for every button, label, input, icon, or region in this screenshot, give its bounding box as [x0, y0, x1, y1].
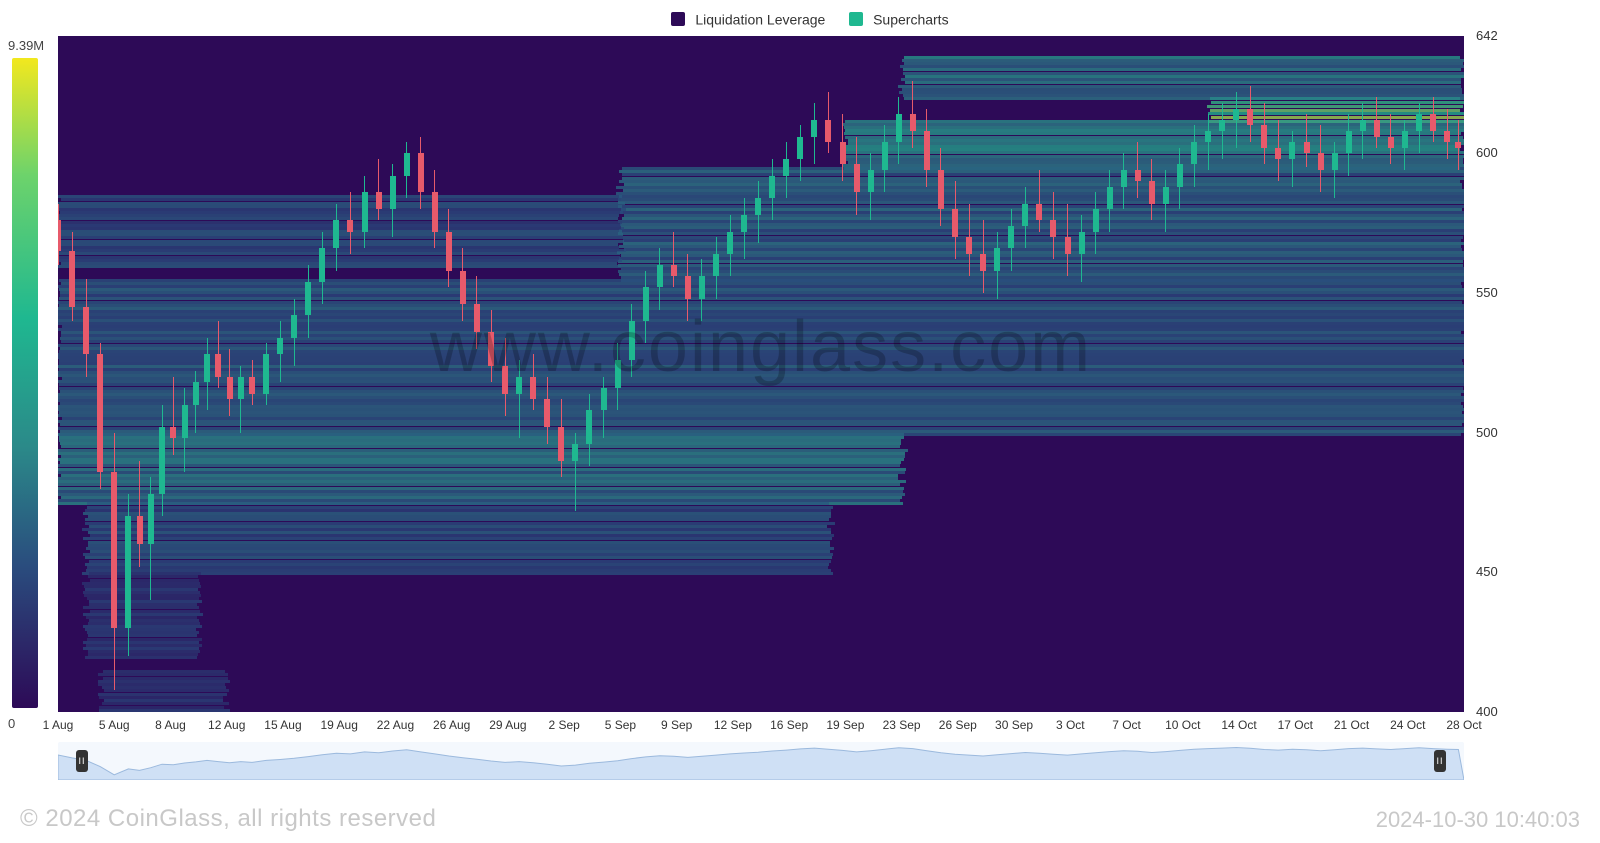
x-tick: 12 Sep — [714, 718, 752, 732]
y-tick: 600 — [1476, 145, 1498, 160]
x-tick: 19 Aug — [321, 718, 358, 732]
x-tick: 7 Oct — [1112, 718, 1141, 732]
legend: Liquidation Leverage Supercharts — [0, 10, 1600, 27]
x-tick: 14 Oct — [1221, 718, 1256, 732]
colorbar — [12, 58, 38, 708]
x-tick: 5 Sep — [605, 718, 636, 732]
x-tick: 2 Sep — [548, 718, 579, 732]
candlestick-layer — [58, 36, 1464, 712]
main-chart[interactable]: www.coinglass.com — [58, 36, 1464, 712]
x-tick: 26 Aug — [433, 718, 470, 732]
x-tick: 24 Oct — [1390, 718, 1425, 732]
copyright: © 2024 CoinGlass, all rights reserved — [20, 805, 436, 833]
x-tick: 23 Sep — [883, 718, 921, 732]
x-tick: 8 Aug — [155, 718, 186, 732]
x-tick: 22 Aug — [377, 718, 414, 732]
x-tick: 12 Aug — [208, 718, 245, 732]
legend-swatch-liquidation — [671, 12, 685, 26]
timestamp: 2024-10-30 10:40:03 — [1376, 807, 1580, 833]
navigator-handle-left[interactable]: II — [76, 750, 88, 772]
x-tick: 30 Sep — [995, 718, 1033, 732]
colorbar-max-label: 9.39M — [8, 38, 44, 53]
y-tick: 450 — [1476, 564, 1498, 579]
legend-label-liquidation: Liquidation Leverage — [695, 11, 825, 27]
x-tick: 1 Aug — [43, 718, 74, 732]
x-tick: 10 Oct — [1165, 718, 1200, 732]
x-tick: 28 Oct — [1446, 718, 1481, 732]
x-tick: 16 Sep — [770, 718, 808, 732]
x-tick: 29 Aug — [489, 718, 526, 732]
x-tick: 17 Oct — [1278, 718, 1313, 732]
x-tick: 21 Oct — [1334, 718, 1369, 732]
y-tick: 642 — [1476, 28, 1498, 43]
x-tick: 5 Aug — [99, 718, 130, 732]
legend-swatch-supercharts — [849, 12, 863, 26]
y-axis: 642600550500450400 — [1470, 36, 1530, 712]
navigator-handle-right[interactable]: II — [1434, 750, 1446, 772]
x-tick: 9 Sep — [661, 718, 692, 732]
colorbar-gradient — [12, 58, 38, 708]
navigator-sparkline — [58, 742, 1464, 780]
colorbar-min-label: 0 — [8, 716, 15, 731]
y-tick: 500 — [1476, 425, 1498, 440]
y-tick: 400 — [1476, 704, 1498, 719]
x-tick: 19 Sep — [826, 718, 864, 732]
navigator[interactable]: II II — [58, 742, 1464, 780]
y-tick: 550 — [1476, 285, 1498, 300]
x-axis: 1 Aug5 Aug8 Aug12 Aug15 Aug19 Aug22 Aug2… — [58, 716, 1464, 738]
x-tick: 3 Oct — [1056, 718, 1085, 732]
page-root: Liquidation Leverage Supercharts 9.39M 0… — [0, 0, 1600, 843]
x-tick: 15 Aug — [264, 718, 301, 732]
legend-label-supercharts: Supercharts — [873, 11, 948, 27]
x-tick: 26 Sep — [939, 718, 977, 732]
